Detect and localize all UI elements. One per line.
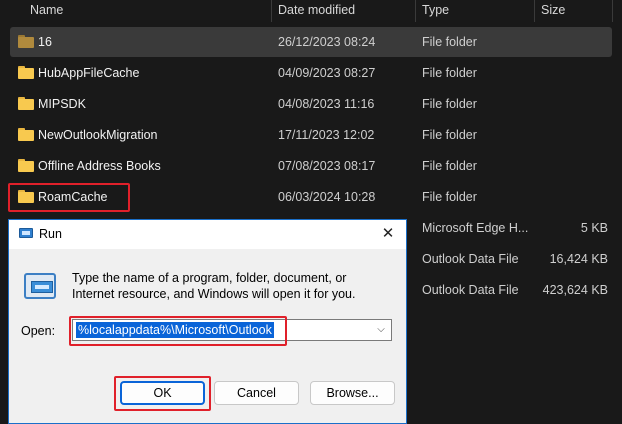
file-row-offline-address-books[interactable]: Offline Address Books 07/08/2023 08:17 F… <box>10 151 612 181</box>
cancel-button[interactable]: Cancel <box>214 381 299 405</box>
column-header-date-modified[interactable]: Date modified <box>272 0 416 22</box>
folder-icon <box>18 128 34 141</box>
file-row-mipsdk[interactable]: MIPSDK 04/08/2023 11:16 File folder <box>10 89 612 119</box>
file-type: File folder <box>422 128 477 142</box>
file-date: 06/03/2024 10:28 <box>278 190 376 204</box>
file-date: 17/11/2023 12:02 <box>278 128 375 142</box>
run-dialog-title: Run <box>39 227 62 241</box>
file-type: File folder <box>422 66 477 80</box>
file-date: 26/12/2023 08:24 <box>278 35 376 49</box>
file-type: File folder <box>422 35 477 49</box>
file-date: 04/09/2023 08:27 <box>278 66 376 80</box>
file-name: NewOutlookMigration <box>38 128 158 142</box>
file-size: 16,424 KB <box>549 252 608 266</box>
file-type: File folder <box>422 190 477 204</box>
file-name: HubAppFileCache <box>38 66 140 80</box>
file-type: File folder <box>422 97 477 111</box>
run-dialog-title-bar[interactable]: Run ✕ <box>9 220 406 249</box>
ok-highlight-box <box>114 376 211 411</box>
run-description: Type the name of a program, folder, docu… <box>72 271 356 301</box>
roamcache-highlight-box <box>8 183 130 212</box>
file-type: Microsoft Edge H... <box>422 221 529 235</box>
open-label: Open: <box>21 324 56 338</box>
file-type: File folder <box>422 159 477 173</box>
file-name: 16 <box>38 35 52 49</box>
file-type: Outlook Data File <box>422 283 519 297</box>
file-date: 07/08/2023 08:17 <box>278 159 376 173</box>
column-header-name[interactable]: Name <box>24 0 272 22</box>
file-name: Offline Address Books <box>38 159 161 173</box>
folder-icon <box>18 35 34 48</box>
file-row-hubappfilecache[interactable]: HubAppFileCache 04/09/2023 08:27 File fo… <box>10 58 612 88</box>
run-dialog: Run ✕ Type the name of a program, folder… <box>8 219 407 424</box>
file-row-newoutlookmigration[interactable]: NewOutlookMigration 17/11/2023 12:02 Fil… <box>10 120 612 150</box>
folder-icon <box>18 159 34 172</box>
file-date: 04/08/2023 11:16 <box>278 97 375 111</box>
browse-button[interactable]: Browse... <box>310 381 395 405</box>
file-size: 5 KB <box>580 221 608 235</box>
file-type: Outlook Data File <box>422 252 519 266</box>
folder-icon <box>18 97 34 110</box>
file-name: MIPSDK <box>38 97 86 111</box>
run-program-icon <box>24 273 56 301</box>
file-row-16[interactable]: 16 26/12/2023 08:24 File folder <box>10 27 612 57</box>
run-icon <box>19 228 33 240</box>
path-highlight-box <box>69 316 287 346</box>
close-icon[interactable]: ✕ <box>380 226 396 242</box>
column-header-size[interactable]: Size <box>535 0 613 22</box>
chevron-down-icon[interactable]: ⌵ <box>375 323 387 337</box>
folder-icon <box>18 66 34 79</box>
file-size: 423,624 KB <box>542 283 608 297</box>
column-header-bar: Name Date modified Type Size <box>0 0 622 22</box>
column-header-type[interactable]: Type <box>416 0 535 22</box>
